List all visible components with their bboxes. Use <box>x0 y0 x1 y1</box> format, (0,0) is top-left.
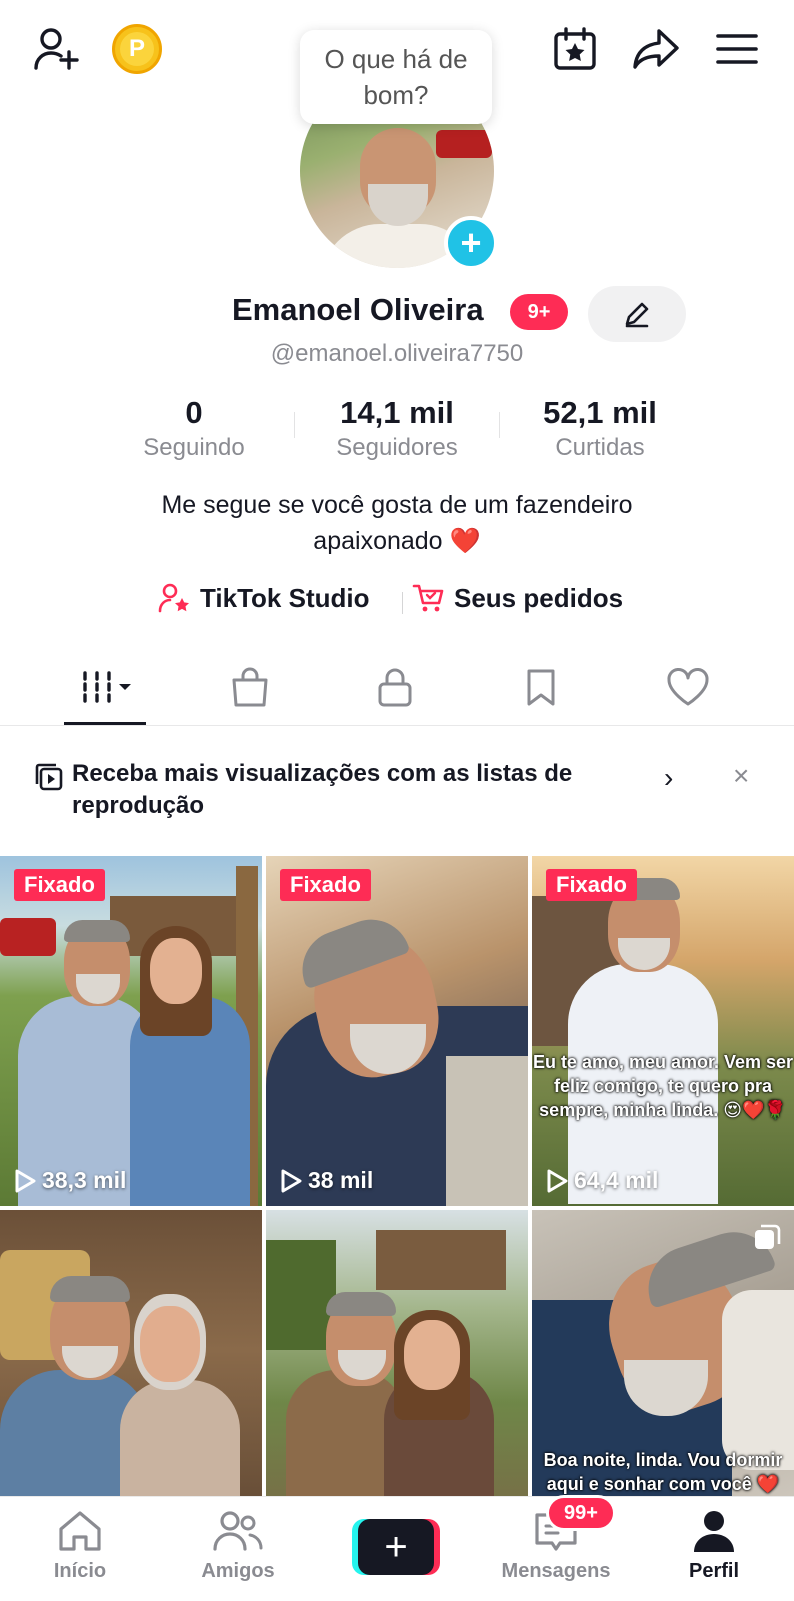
share-icon[interactable] <box>630 24 682 74</box>
view-count: 38,3 mil <box>14 1167 126 1194</box>
creator-star-icon <box>158 583 189 613</box>
view-count: 64,4 mil <box>546 1167 658 1194</box>
video-tile[interactable] <box>0 1210 262 1496</box>
orders-link[interactable]: Seus pedidos <box>412 582 623 614</box>
home-icon <box>59 1511 101 1551</box>
bookmark-icon <box>527 669 555 706</box>
stat-followers[interactable]: 14,1 mil Seguidores <box>297 394 497 464</box>
play-icon <box>547 1169 568 1192</box>
menu-icon[interactable] <box>712 26 762 72</box>
stat-label: Curtidas <box>555 434 645 461</box>
coins-icon[interactable]: P <box>112 24 162 74</box>
tab-private[interactable] <box>345 662 445 712</box>
profile-tabs <box>0 648 794 726</box>
pinned-badge: Fixado <box>14 869 105 901</box>
bottom-nav: Início Amigos + Mensagens 99+ Perfil <box>0 1495 794 1601</box>
profile-links: TikTok Studio Seus pedidos <box>0 582 794 622</box>
play-icon <box>281 1169 302 1192</box>
profile-bio: Me segue se você gosta de um fazendeiro … <box>0 487 794 559</box>
active-tab-indicator <box>64 722 146 725</box>
video-tile[interactable] <box>266 1210 528 1496</box>
tab-saved[interactable] <box>491 662 591 712</box>
stat-value: 14,1 mil <box>340 395 454 430</box>
video-tile[interactable]: Boa noite, linda. Vou dormir aqui e sonh… <box>532 1210 794 1496</box>
view-count-text: 38 mil <box>308 1167 374 1193</box>
divider <box>294 412 295 438</box>
create-button[interactable]: + <box>352 1519 440 1575</box>
name-row: Emanoel Oliveira 9+ <box>0 286 794 342</box>
heart-icon <box>667 668 709 706</box>
banner-text: Receba mais visualizações com as listas … <box>72 760 573 819</box>
view-count-text: 38,3 mil <box>42 1167 127 1193</box>
view-count: 38 mil <box>280 1167 373 1194</box>
shopping-bag-icon <box>232 667 268 707</box>
chevron-right-icon[interactable]: › <box>664 762 673 794</box>
add-friend-icon[interactable] <box>30 24 84 74</box>
tiktok-studio-link[interactable]: TikTok Studio <box>158 582 369 614</box>
add-story-button[interactable]: + <box>444 216 498 270</box>
stat-value: 0 <box>185 395 203 430</box>
nav-profile[interactable]: Perfil <box>644 1509 784 1583</box>
calendar-star-icon[interactable] <box>550 24 600 74</box>
cart-icon <box>412 584 444 612</box>
playlist-banner[interactable]: Receba mais visualizações com as listas … <box>0 740 794 832</box>
profile-name: Emanoel Oliveira <box>232 292 484 327</box>
divider <box>402 592 403 614</box>
friends-icon <box>213 1511 263 1551</box>
pencil-icon <box>625 302 649 328</box>
nav-home-label: Início <box>53 1560 107 1582</box>
pinned-badge: Fixado <box>546 869 637 901</box>
video-caption: Boa noite, linda. Vou dormir aqui e sonh… <box>543 1450 783 1494</box>
tab-shop[interactable] <box>200 662 300 712</box>
video-tile[interactable]: Fixado 38 mil <box>266 856 528 1206</box>
messages-badge: 99+ <box>546 1495 616 1531</box>
orders-label: Seus pedidos <box>454 582 624 613</box>
stat-likes[interactable]: 52,1 mil Curtidas <box>500 394 700 464</box>
play-icon <box>15 1169 36 1192</box>
stat-label: Seguindo <box>143 434 245 461</box>
profile-icon <box>694 1511 734 1552</box>
nav-friends-label: Amigos <box>201 1560 275 1582</box>
playlist-icon <box>35 763 63 791</box>
status-tooltip[interactable]: O que há de bom? <box>300 30 492 124</box>
nav-messages-label: Mensagens <box>501 1560 611 1582</box>
notification-badge[interactable]: 9+ <box>510 294 568 330</box>
multi-photo-icon <box>755 1224 781 1249</box>
heart-emoji: ❤️ <box>449 527 481 555</box>
pinned-badge: Fixado <box>280 869 371 901</box>
tiktok-studio-label: TikTok Studio <box>200 582 370 613</box>
stat-following[interactable]: 0 Seguindo <box>94 394 294 464</box>
plus-icon: + <box>358 1519 434 1575</box>
tab-liked[interactable] <box>638 662 738 712</box>
nav-home[interactable]: Início <box>10 1509 150 1583</box>
close-icon[interactable]: × <box>733 760 749 792</box>
video-tile[interactable]: Eu te amo, meu amor. Vem ser feliz comig… <box>532 856 794 1206</box>
nav-profile-label: Perfil <box>688 1560 740 1582</box>
profile-handle: @emanoel.oliveira7750 <box>270 340 524 367</box>
bio-text: Me segue se você gosta de um fazendeiro … <box>161 491 633 555</box>
edit-profile-button[interactable] <box>588 286 686 342</box>
stat-value: 52,1 mil <box>543 395 657 430</box>
video-grid: Fixado 38,3 mil Fixado 38 mil Eu te amo,… <box>0 856 794 1496</box>
video-tile[interactable]: Fixado 38,3 mil <box>0 856 262 1206</box>
lock-icon <box>378 668 412 707</box>
video-caption: Eu te amo, meu amor. Vem ser feliz comig… <box>532 1052 794 1120</box>
profile-stats: 0 Seguindo 14,1 mil Seguidores 52,1 mil … <box>0 394 794 464</box>
view-count-text: 64,4 mil <box>574 1167 659 1193</box>
grid-dropdown-icon <box>83 671 131 703</box>
nav-friends[interactable]: Amigos <box>168 1509 308 1583</box>
tab-videos[interactable] <box>56 662 156 712</box>
stat-label: Seguidores <box>336 434 458 461</box>
